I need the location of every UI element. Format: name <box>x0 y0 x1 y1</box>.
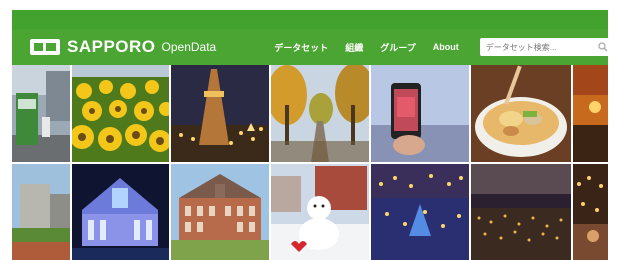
logo-text: SAPPORO <box>67 37 156 56</box>
photo-sunset-sky-icon <box>573 65 608 162</box>
site-header: SAPPORO OpenData データセット 組織 グループ About <box>12 29 614 65</box>
photo-autumn-tree-path-icon <box>271 65 369 162</box>
photo-snowman-snow-festival-icon <box>271 164 369 260</box>
photo-sunset-sky[interactable] <box>573 65 608 162</box>
photo-phone-photo-icon <box>371 65 469 162</box>
photo-red-brick-office[interactable] <box>171 164 269 260</box>
search-icon[interactable] <box>598 42 608 52</box>
photo-red-brick-office-icon <box>171 164 269 260</box>
photo-grid <box>12 65 608 260</box>
logo-mark-icon <box>30 39 60 55</box>
photo-winter-illumination[interactable] <box>371 164 469 260</box>
nav-groups[interactable]: グループ <box>380 41 415 54</box>
photo-city-street[interactable] <box>12 164 70 260</box>
photo-winter-illumination-icon <box>371 164 469 260</box>
dataset-search[interactable] <box>479 38 614 56</box>
logo-subtext: OpenData <box>161 40 217 54</box>
photo-tv-tower-night[interactable] <box>171 65 269 162</box>
photo-phone-photo[interactable] <box>371 65 469 162</box>
photo-lights-festival-icon <box>573 164 608 260</box>
main-nav: データセット 組織 グループ About <box>274 41 476 54</box>
site-logo[interactable]: SAPPORO OpenData <box>30 29 216 65</box>
photo-night-city-view-icon <box>471 164 571 260</box>
photo-ramen-bowl[interactable] <box>471 65 571 162</box>
photo-snowman-snow-festival[interactable] <box>271 164 369 260</box>
photo-tv-tower-night-icon <box>171 65 269 162</box>
photo-sunflower-field-icon <box>72 65 169 162</box>
nav-datasets[interactable]: データセット <box>274 41 328 54</box>
search-input[interactable] <box>485 42 598 52</box>
top-color-strip <box>12 10 608 29</box>
photo-city-street-icon <box>12 164 70 260</box>
photo-lights-festival[interactable] <box>573 164 608 260</box>
photo-autumn-tree-path[interactable] <box>271 65 369 162</box>
photo-illuminated-building[interactable] <box>72 164 169 260</box>
photo-streetcar-icon <box>12 65 70 162</box>
nav-about[interactable]: About <box>433 42 459 52</box>
photo-sunflower-field[interactable] <box>72 65 169 162</box>
photo-ramen-bowl-icon <box>471 65 571 162</box>
photo-streetcar[interactable] <box>12 65 70 162</box>
nav-organizations[interactable]: 組織 <box>345 41 363 54</box>
photo-illuminated-building-icon <box>72 164 169 260</box>
photo-night-city-view[interactable] <box>471 164 571 260</box>
